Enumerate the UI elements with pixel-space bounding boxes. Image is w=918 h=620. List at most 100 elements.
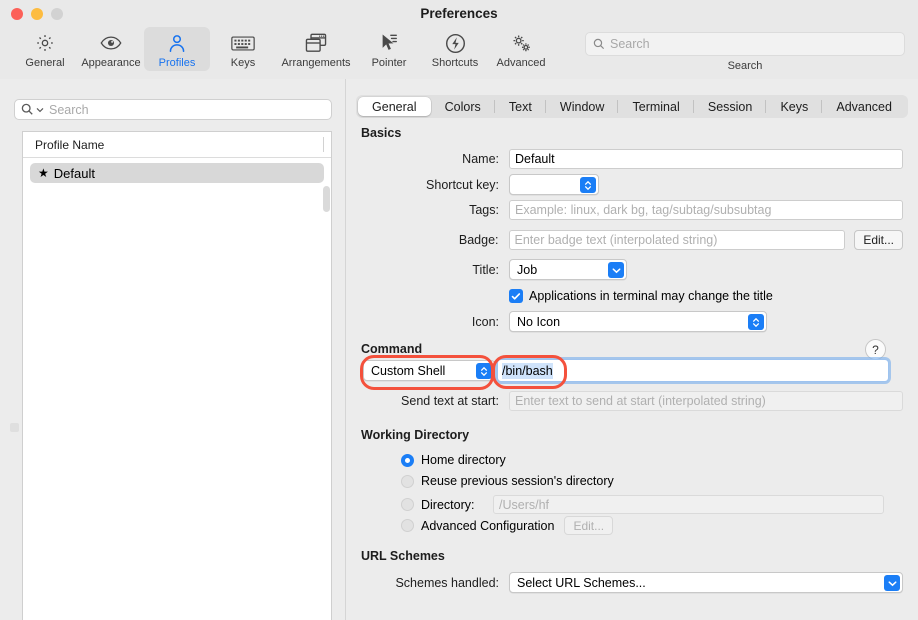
tab-label: Advanced [836,99,892,114]
toolbar-item-label: Profiles [158,57,196,69]
radio-label: Reuse previous session's directory [421,474,614,488]
radio-label: Directory: [421,497,475,512]
schemes-handled-popup[interactable]: Select URL Schemes... [509,572,903,593]
profile-name-column-header[interactable]: Profile Name [35,138,104,152]
apps-change-title-row[interactable]: Applications in terminal may change the … [509,289,773,303]
tags-placeholder: Example: linux, dark bg, tag/subtag/subs… [515,203,772,217]
shortcut-key-row: Shortcut key: [361,174,903,195]
toolbar-item-advanced[interactable]: Advanced [488,27,554,71]
sidebar-resize-handle[interactable] [10,423,19,432]
badge-edit-button[interactable]: Edit... [854,230,903,250]
basics-section-heading: Basics [361,126,402,140]
toolbar-item-label: Keys [230,57,256,69]
advanced-config-edit-button: Edit... [564,516,614,535]
tags-row: Tags: Example: linux, dark bg, tag/subta… [361,200,903,220]
send-text-field[interactable]: Enter text to send at start (interpolate… [509,391,903,411]
icon-row: Icon: No Icon [361,311,903,332]
profile-list-box: Profile Name ★ Default [22,131,332,620]
name-field[interactable]: Default [509,149,903,169]
tab-colors[interactable]: Colors [431,97,495,116]
toolbar-item-arrangements[interactable]: Arrangements [276,27,356,71]
toolbar-item-general[interactable]: General [12,27,78,71]
shell-popup[interactable]: Custom Shell [363,360,495,381]
chevron-updown-icon [748,314,764,330]
schemes-handled-value: Select URL Schemes... [517,575,646,590]
radio-advanced-configuration[interactable]: Advanced Configuration Edit... [401,516,614,535]
shell-value: Custom Shell [371,363,446,378]
badge-label: Badge: [458,233,499,247]
shortcut-key-popup[interactable] [509,174,599,195]
url-schemes-section-heading: URL Schemes [361,549,445,563]
windows-icon [305,31,327,55]
chevron-down-icon[interactable] [36,107,44,113]
checkbox-checked-icon [509,289,523,303]
toolbar-item-profiles[interactable]: Profiles [144,27,210,71]
toolbar-item-label: Shortcuts [431,57,479,69]
radio-reuse-previous-directory[interactable]: Reuse previous session's directory [401,474,614,488]
profile-search-input[interactable]: Search [14,99,332,120]
profile-list: ★ Default [23,158,331,620]
tab-label: Terminal [632,99,680,114]
toolbar-item-pointer[interactable]: Pointer [356,27,422,71]
working-directory-section-heading: Working Directory [361,428,470,442]
toolbar-item-keys[interactable]: Keys [210,27,276,71]
tab-label: Colors [444,99,481,114]
tab-general[interactable]: General [358,97,431,116]
window-title: Preferences [420,6,498,21]
profile-name: Default [53,165,95,181]
schemes-handled-row: Schemes handled: Select URL Schemes... [361,572,903,593]
command-section-heading: Command [361,342,423,356]
name-value: Default [515,152,555,166]
toolbar-items: General Appearance Profiles Keys Arrange… [12,27,554,71]
radio-unselected-icon [401,498,414,511]
tags-field[interactable]: Example: linux, dark bg, tag/subtag/subs… [509,200,903,220]
keyboard-icon [231,31,255,55]
tab-advanced[interactable]: Advanced [822,97,906,116]
profile-search-placeholder: Search [49,102,89,117]
tab-window[interactable]: Window [546,97,619,116]
profile-list-scrollbar[interactable] [323,186,330,212]
badge-field[interactable]: Enter badge text (interpolated string) [508,230,846,250]
toolbar-item-shortcuts[interactable]: Shortcuts [422,27,488,71]
tab-terminal[interactable]: Terminal [618,97,694,116]
toolbar-item-label: Appearance [81,57,141,69]
command-value: /bin/bash [502,362,553,379]
gear-icon [35,31,55,55]
icon-popup[interactable]: No Icon [509,311,767,332]
tab-keys[interactable]: Keys [766,97,823,116]
list-item[interactable]: ★ Default [30,163,324,183]
tab-label: General [372,99,417,114]
profile-list-header: Profile Name [23,132,331,158]
star-icon: ★ [38,166,49,180]
badge-row: Badge: Enter badge text (interpolated st… [361,230,903,250]
directory-field[interactable]: /Users/hf [493,495,884,514]
radio-directory[interactable]: Directory: /Users/hf [401,495,896,514]
apps-change-title-label: Applications in terminal may change the … [529,289,773,303]
chevron-down-icon [884,575,900,591]
search-icon [593,38,605,50]
toolbar-item-label: Advanced [496,57,546,69]
radio-home-directory[interactable]: Home directory [401,453,506,467]
tab-session[interactable]: Session [694,97,767,116]
schemes-handled-label: Schemes handled: [395,575,499,590]
directory-placeholder: /Users/hf [499,497,550,512]
badge-placeholder: Enter badge text (interpolated string) [514,233,718,247]
title-value: Job [517,262,538,277]
command-text-field[interactable]: /bin/bash [497,359,889,382]
radio-label: Advanced Configuration [421,518,555,533]
tab-bar: General Colors Text Window Terminal Sess… [356,95,908,118]
main-panel: General Colors Text Window Terminal Sess… [346,79,918,620]
tab-text[interactable]: Text [495,97,546,116]
tab-label: Text [508,99,532,114]
search-input[interactable]: Search [585,32,905,56]
person-icon [167,31,187,55]
title-row: Title: Job [361,259,903,280]
title-help-button[interactable]: ? [865,339,886,360]
chevron-down-icon [608,262,624,278]
title-popup[interactable]: Job [509,259,627,280]
toolbar-search-area: Search Search [585,32,905,72]
send-text-row: Send text at start: Enter text to send a… [361,391,903,411]
tab-label: Keys [780,99,809,114]
column-divider [323,137,324,152]
toolbar-item-appearance[interactable]: Appearance [78,27,144,71]
